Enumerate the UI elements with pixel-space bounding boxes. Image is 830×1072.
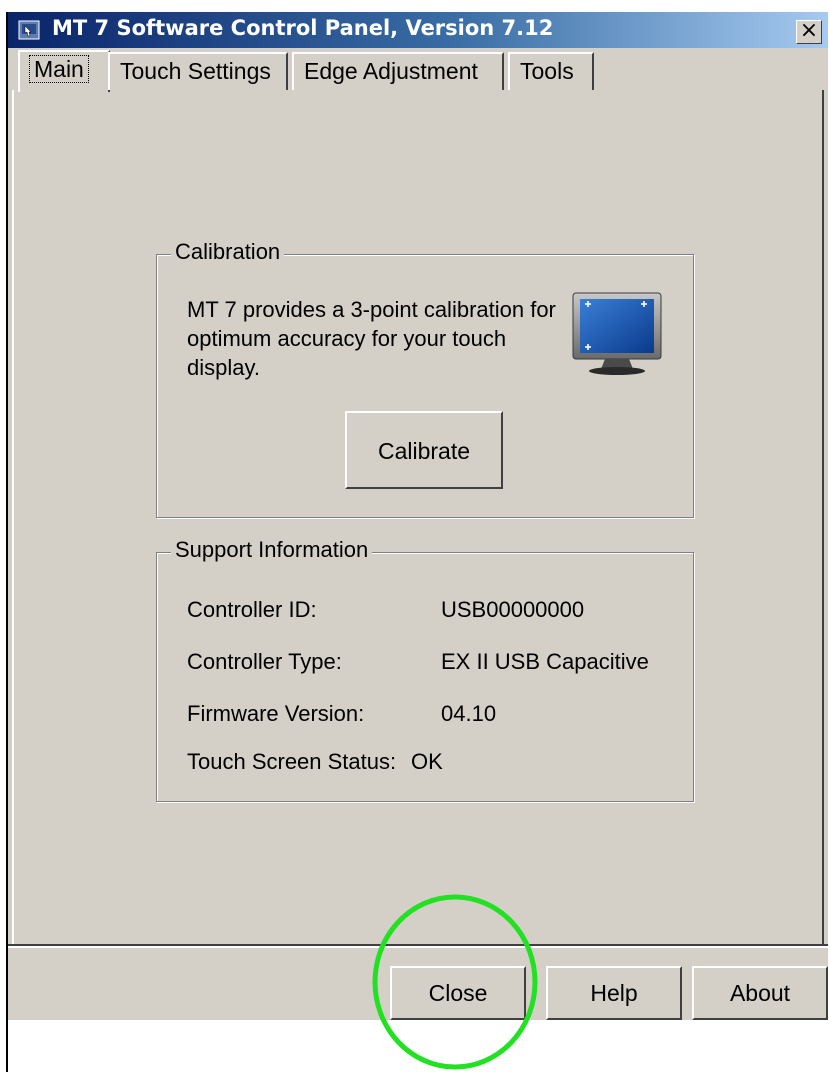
about-button[interactable]: About (692, 966, 828, 1020)
highlight-circle-annotation (372, 894, 538, 1070)
calibration-group-label: Calibration (171, 239, 285, 265)
controller-type-value: EX II USB Capacitive (441, 649, 649, 674)
window-title: MT 7 Software Control Panel, Version 7.1… (52, 16, 554, 40)
firmware-version-value: 04.10 (441, 701, 497, 726)
window-close-icon[interactable]: × (796, 20, 822, 44)
controller-type-label: Controller Type: (187, 649, 342, 674)
tab-touch-settings[interactable]: Touch Settings (108, 52, 288, 90)
app-icon (18, 20, 40, 40)
controller-id-value: USB00000000 (441, 597, 585, 622)
support-group-label: Support Information (171, 537, 373, 563)
firmware-version-label: Firmware Version: (187, 701, 365, 726)
calibration-description: MT 7 provides a 3-point calibration for … (187, 297, 556, 380)
tab-main[interactable]: Main (18, 50, 110, 92)
calibrate-button[interactable]: Calibrate (345, 411, 503, 489)
tab-panel (12, 90, 824, 950)
touch-screen-status-value: OK (411, 749, 443, 774)
tab-tools[interactable]: Tools (508, 52, 594, 90)
support-information-group: Support Information Controller ID: USB00… (156, 537, 694, 802)
controller-id-label: Controller ID: (187, 597, 317, 622)
window-left-border (6, 12, 8, 1072)
tab-main-label: Main (29, 55, 89, 83)
tab-edge-adjustment[interactable]: Edge Adjustment (292, 52, 504, 90)
title-bar[interactable]: MT 7 Software Control Panel, Version 7.1… (8, 12, 828, 48)
calibration-group: Calibration MT 7 provides a 3-point cali… (156, 239, 694, 518)
touch-screen-status-label: Touch Screen Status: (187, 749, 397, 774)
help-button[interactable]: Help (546, 966, 682, 1020)
monitor-calibration-icon (572, 292, 662, 375)
